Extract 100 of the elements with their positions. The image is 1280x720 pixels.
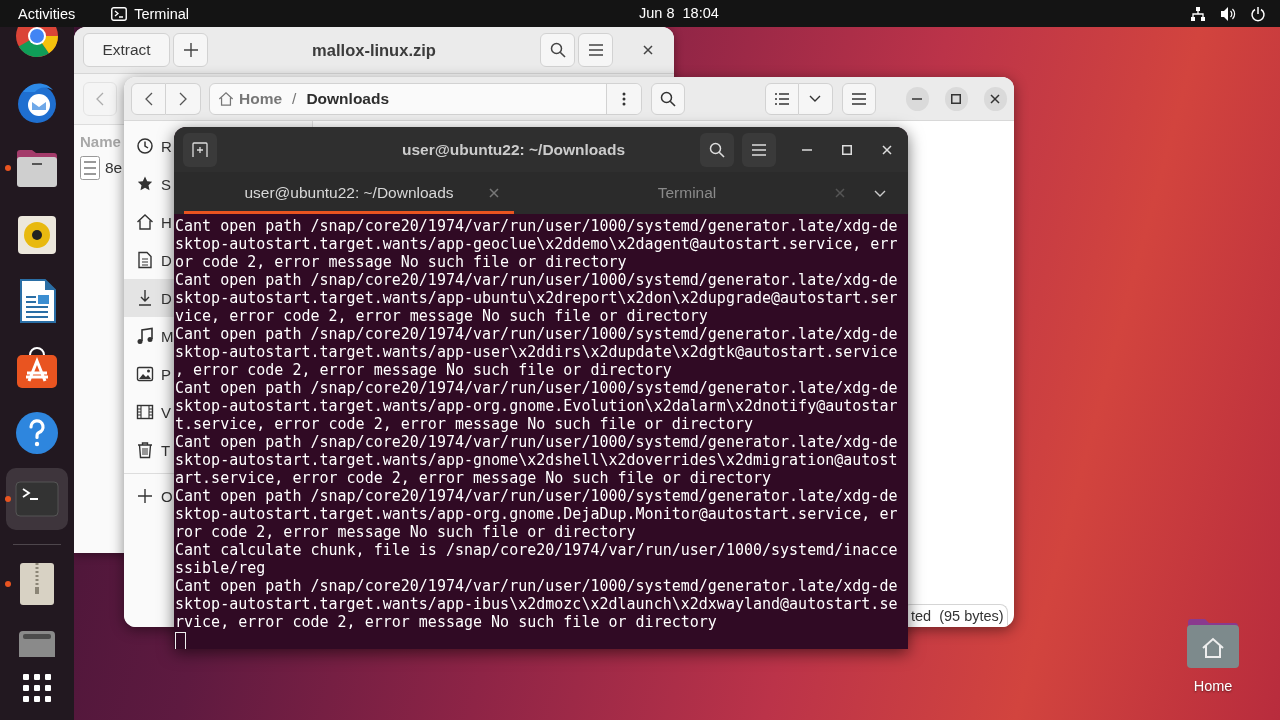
download-icon: [136, 289, 154, 307]
new-tab-button[interactable]: [183, 132, 217, 167]
terminal-line: Cant open path /snap/core20/1974/var/run/user/1000/systemd/generator.late/xdg-de: [175, 487, 899, 505]
clock[interactable]: Jun 8 18:04: [639, 5, 719, 21]
chevron-down-icon: [874, 189, 886, 197]
search-icon: [549, 42, 566, 58]
close-icon: [642, 45, 653, 55]
menu-icon: [588, 44, 603, 56]
terminal-line: sktop-autostart.target.wants/app-org.gnome.Evolution\x2dalarm\x2dnotify@autostar: [175, 397, 899, 415]
sidebar-item[interactable]: P: [124, 355, 174, 393]
activities-button[interactable]: Activities: [18, 5, 76, 22]
search-button[interactable]: [700, 132, 734, 167]
menu-icon: [752, 143, 766, 156]
terminal-line: Cant open path /snap/core20/1974/var/run/user/1000/systemd/generator.late/xdg-de: [175, 577, 899, 595]
list-view-icon: [774, 92, 789, 105]
film-icon: [136, 403, 154, 421]
sidebar-item[interactable]: D: [124, 241, 174, 279]
tab[interactable]: user@ubuntu22: ~/Downloads: [184, 172, 514, 214]
terminal-line: art.service, error code 2, error message No such file or directory: [175, 469, 773, 487]
terminal-line: sktop-autostart.target.wants/app-org.gnome.DejaDup.Monitor@autostart.service, er: [175, 505, 899, 523]
add-button[interactable]: [173, 33, 208, 67]
home-icon: [218, 90, 234, 107]
path-separator: /: [292, 89, 297, 108]
terminal-line: Cant calculate chunk, file is /snap/core20/1974/var/run/user/1000/systemd/inacce: [175, 541, 899, 559]
close-icon: [990, 93, 1001, 104]
path-bar[interactable]: Home / Downloads: [209, 82, 642, 115]
menu-button[interactable]: [841, 82, 876, 115]
close-icon: [882, 144, 892, 155]
clock-icon: [136, 137, 154, 155]
terminal-line: vice, error code 2, error message No such file or directory: [175, 307, 709, 325]
minimize-icon: [912, 97, 923, 100]
view-button[interactable]: [764, 82, 799, 115]
close-icon: [489, 188, 499, 198]
terminal-line: Cant open path /snap/core20/1974/var/run/user/1000/systemd/generator.late/xdg-de: [175, 433, 899, 451]
terminal-line: Cant open path /snap/core20/1974/var/run/user/1000/systemd/generator.late/xdg-de: [175, 217, 899, 235]
app-menu-label[interactable]: Terminal: [134, 5, 189, 22]
power-icon[interactable]: [1250, 5, 1266, 22]
maximize-button[interactable]: [944, 86, 968, 111]
maximize-icon: [951, 93, 962, 104]
drive-icon: [17, 629, 57, 657]
search-button[interactable]: [540, 33, 575, 67]
sidebar-item[interactable]: O: [124, 477, 174, 515]
window-title: mallox-linux.zip: [311, 40, 437, 60]
tab-close-button[interactable]: [489, 188, 499, 198]
home-icon: [136, 213, 154, 231]
sidebar-item[interactable]: H: [124, 203, 174, 241]
document-icon: [136, 251, 154, 269]
terminal-line: ror code 2, error message No such file or directory: [175, 523, 637, 541]
minimize-button[interactable]: [905, 86, 929, 111]
terminal-line: sktop-autostart.target.wants/app-ibus\x2dmozc\x2dlaunch\x2dxwayland@autostart.se: [175, 595, 899, 613]
terminal-line: sktop-autostart.target.wants/app-user\x2ddirs\x2dupdate\x2dgtk@autostart.service: [175, 343, 899, 361]
plus-icon: [183, 43, 198, 57]
terminal-line: , error code 2, error message No such file or directory: [175, 361, 673, 379]
sidebar-item[interactable]: M: [124, 317, 174, 355]
tab[interactable]: Terminal: [514, 172, 860, 214]
terminal-line: sktop-autostart.target.wants/app-geoclue\x2ddemo\x2dagent@autostart.service, err: [175, 235, 899, 253]
sidebar-item[interactable]: D: [124, 279, 174, 317]
plus-icon: [136, 487, 154, 505]
binary-file-icon: [80, 156, 100, 180]
icon-label: Home: [1193, 678, 1233, 694]
search-icon: [709, 141, 725, 158]
terminal-line: Cant open path /snap/core20/1974/var/run/user/1000/systemd/generator.late/xdg-de: [175, 325, 899, 343]
terminal-line: t.service, error code 2, error message No such file or directory: [175, 415, 754, 433]
maximize-icon: [842, 144, 852, 155]
cursor: [175, 632, 186, 649]
more-icon: [621, 91, 626, 106]
status-text: ted (95 bytes): [911, 608, 1004, 624]
path-segment[interactable]: Downloads: [306, 89, 390, 108]
terminal-icon: [111, 6, 128, 21]
menu-button[interactable]: [578, 33, 613, 67]
sidebar-item[interactable]: R: [124, 127, 174, 165]
chevron-left-icon: [96, 92, 104, 106]
menu-icon: [851, 92, 866, 105]
terminal-line: sktop-autostart.target.wants/app-ubuntu\x2dreport\x2don\x2dupgrade@autostart.ser: [175, 289, 899, 307]
sidebar-item[interactable]: V: [124, 393, 174, 431]
sidebar-item[interactable]: T: [124, 431, 174, 469]
minimize-icon: [802, 148, 812, 151]
network-icon[interactable]: [1190, 5, 1206, 22]
search-icon: [659, 90, 676, 107]
chevron-down-icon: [809, 95, 821, 102]
terminal-line: sktop-autostart.target.wants/app-gnome\x2dshell\x2doverrides\x2dmigration@autost: [175, 451, 899, 469]
chevron-right-icon: [179, 91, 187, 106]
extract-button[interactable]: Extract: [83, 33, 170, 67]
path-segment[interactable]: Home: [218, 89, 283, 108]
close-button[interactable]: [983, 86, 1007, 111]
window-title: user@ubuntu22: ~/Downloads: [400, 140, 627, 159]
search-button[interactable]: [650, 82, 685, 115]
menu-button[interactable]: [742, 132, 776, 167]
chevron-left-icon: [144, 91, 153, 106]
terminal-line: Cant open path /snap/core20/1974/var/run/user/1000/systemd/generator.late/xdg-de: [175, 379, 899, 397]
sidebar-item[interactable]: S: [124, 165, 174, 203]
file-name[interactable]: 8e: [105, 159, 123, 177]
new-tab-icon: [192, 141, 208, 158]
trash-icon: [136, 441, 154, 459]
volume-icon[interactable]: [1220, 5, 1236, 22]
terminal-line: rvice, error code 2, error message No such file or directory: [175, 613, 718, 631]
star-icon: [136, 175, 154, 193]
terminal-line: Cant open path /snap/core20/1974/var/run/user/1000/systemd/generator.late/xdg-de: [175, 271, 899, 289]
terminal-line: or code 2, error message No such file or directory: [175, 253, 628, 271]
terminal-line: ssible/reg: [175, 559, 267, 577]
